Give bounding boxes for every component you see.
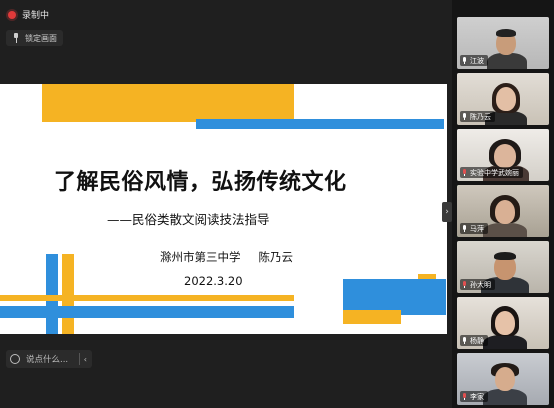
record-dot-icon [8, 10, 16, 19]
participant-label: 李家 [460, 391, 488, 402]
expand-panel-button[interactable]: › [442, 202, 452, 222]
slide-orange-bar-bottom [0, 295, 294, 301]
slide-date: 2022.3.20 [184, 274, 243, 288]
participant-head [495, 311, 515, 335]
slide-title: 了解民俗风情，弘扬传统文化 [54, 170, 347, 195]
participant-body [483, 389, 527, 405]
participant-label: 实验中学武婉丽 [460, 167, 523, 178]
microphone-icon [462, 57, 467, 64]
microphone-muted-icon [462, 169, 467, 176]
participant-tile[interactable]: 孙大明 [457, 241, 549, 293]
chat-divider [78, 353, 80, 365]
microphone-muted-icon [462, 281, 467, 288]
chat-placeholder[interactable]: 说点什么... [26, 353, 68, 365]
participant-label: 江波 [460, 55, 488, 66]
slide-subtitle: ——民俗类散文阅读技法指导 [107, 212, 270, 227]
recording-status-label: 录制中 [22, 11, 50, 21]
participant-tile[interactable]: 实验中学武婉丽 [457, 129, 549, 181]
participant-label: 马萍 [460, 223, 488, 234]
participant-name: 陈乃云 [470, 112, 491, 121]
participant-body [487, 53, 527, 69]
participant-label: 杨静 [460, 335, 488, 346]
participant-name: 杨静 [470, 336, 484, 345]
participant-tile[interactable]: 李家 [457, 353, 549, 405]
microphone-icon [462, 225, 467, 232]
chevron-right-icon: › [445, 207, 449, 217]
microphone-icon [462, 113, 467, 120]
shared-slide: 了解民俗风情，弘扬传统文化 ——民俗类散文阅读技法指导 滁州市第三中学 陈乃云 2… [0, 84, 447, 334]
lock-screen-label: 锁定画面 [25, 33, 57, 43]
lock-screen-button[interactable]: 锁定画面 [6, 30, 63, 46]
slide-school-author: 滁州市第三中学 陈乃云 [160, 249, 293, 265]
participant-body [483, 223, 527, 237]
chevron-left-icon[interactable]: ‹ [84, 355, 87, 364]
slide-author: 陈乃云 [258, 250, 294, 264]
participant-label: 陈乃云 [460, 111, 495, 122]
participant-tile-active[interactable]: 马萍 [457, 185, 549, 237]
participant-hair [496, 29, 516, 37]
participant-head [495, 200, 515, 224]
slide-orange-vertical-bar [62, 254, 74, 334]
participant-label: 孙大明 [460, 279, 495, 290]
participant-hair [494, 252, 516, 260]
participant-tile[interactable]: 陈乃云 [457, 73, 549, 125]
slide-school: 滁州市第三中学 [160, 250, 241, 264]
participant-name: 实验中学武婉丽 [470, 168, 519, 177]
slide-orange-block [343, 310, 401, 324]
participant-tile[interactable]: 江波 [457, 17, 549, 69]
recording-indicator[interactable]: 录制中 [8, 8, 49, 21]
participant-head [495, 367, 515, 391]
chat-bubble-icon [10, 354, 20, 364]
participant-head [496, 87, 516, 111]
microphone-icon [462, 337, 467, 344]
participant-tile[interactable]: 杨静 [457, 297, 549, 349]
slide-blue-vertical-bar [46, 254, 58, 334]
participant-panel: 江波 陈乃云 实验中学武婉丽 马萍 孙大明 杨静 李家 [452, 0, 554, 408]
slide-blue-bar-top [196, 119, 444, 129]
pin-icon [12, 33, 20, 43]
participant-name: 孙大明 [470, 280, 491, 289]
slide-blue-bar-bottom [0, 306, 294, 318]
participant-body [483, 335, 527, 349]
participant-name: 马萍 [470, 224, 484, 233]
slide-orange-bar-top [42, 84, 294, 122]
chat-input-bar[interactable]: 说点什么... ‹ [6, 350, 92, 368]
participant-name: 李家 [470, 392, 484, 401]
participant-head [494, 144, 516, 168]
microphone-muted-icon [462, 393, 467, 400]
participant-name: 江波 [470, 56, 484, 65]
